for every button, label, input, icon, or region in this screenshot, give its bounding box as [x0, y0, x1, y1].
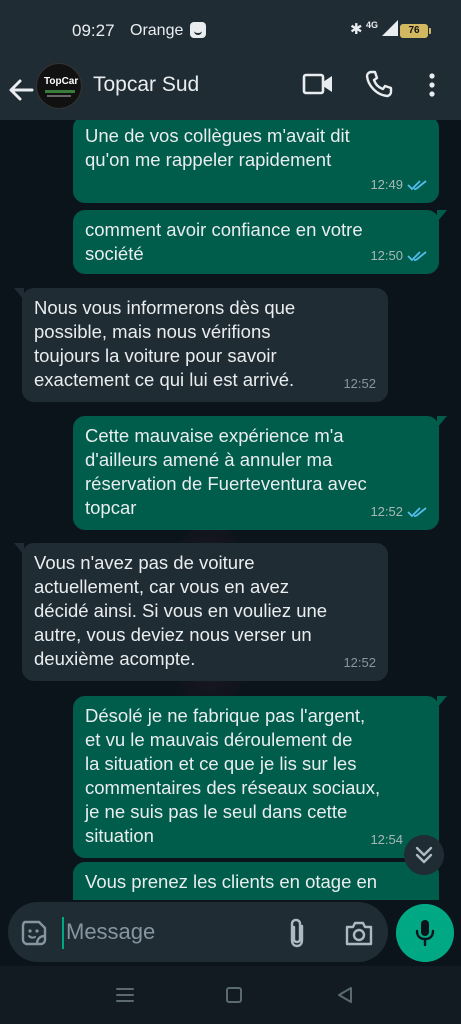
message-bubble-incoming[interactable]: Vous n'avez pas de voiture actuellement,…: [14, 543, 388, 681]
message-time: 12:50: [370, 248, 403, 263]
system-navigation-bar: [0, 966, 461, 1024]
phone-icon[interactable]: [364, 69, 394, 99]
text-cursor: [62, 917, 64, 949]
contact-name[interactable]: Topcar Sud: [93, 73, 199, 97]
message-meta: 12:52: [343, 372, 376, 396]
back-triangle-icon[interactable]: [336, 986, 354, 1004]
message-bubble-outgoing[interactable]: comment avoir confiance en votre société…: [73, 210, 447, 274]
bubble-tail: [14, 288, 24, 300]
message-text: Nous vous informerons dès que possible, …: [34, 297, 296, 390]
video-camera-icon[interactable]: [302, 72, 334, 96]
read-receipt-icon: [407, 507, 427, 518]
notification-icon: [190, 22, 206, 38]
message-meta: 12:52: [343, 651, 376, 675]
status-bar: 09:27 Orange ✱ 4G 76: [0, 0, 461, 60]
message-list[interactable]: Une de vos collègues m'avait dit qu'on m…: [0, 120, 461, 900]
message-text: Une de vos collègues m'avait dit qu'on m…: [85, 125, 350, 170]
message-text: Désolé je ne fabrique pas l'argent, et v…: [85, 705, 381, 846]
whatsapp-chat-screen: 09:27 Orange ✱ 4G 76 TopCar Topcar Sud U…: [0, 0, 461, 1024]
message-bubble-outgoing[interactable]: Cette mauvaise expérience m'a d'ailleurs…: [73, 416, 447, 530]
bluetooth-icon: ✱: [350, 21, 363, 38]
bubble-tail: [437, 210, 447, 222]
bubble-tail: [14, 543, 24, 555]
chat-header: TopCar Topcar Sud: [0, 60, 461, 120]
message-bubble-outgoing[interactable]: Désolé je ne fabrique pas l'argent, et v…: [73, 696, 447, 858]
scroll-to-bottom-button[interactable]: [404, 835, 444, 875]
paperclip-icon[interactable]: [286, 917, 308, 949]
avatar[interactable]: TopCar: [36, 63, 82, 109]
home-icon[interactable]: [226, 987, 242, 1003]
message-meta: 12:54: [370, 828, 403, 852]
message-input[interactable]: [66, 914, 266, 950]
status-carrier: Orange: [130, 22, 184, 39]
bubble-tail: [437, 696, 447, 708]
message-bubble-outgoing[interactable]: Vous prenez les clients en otage en: [73, 862, 439, 900]
message-time: 12:49: [370, 177, 403, 192]
more-vertical-icon[interactable]: [420, 70, 444, 100]
message-bubble-outgoing[interactable]: Une de vos collègues m'avait dit qu'on m…: [73, 120, 439, 203]
message-text: Vous prenez les clients en otage en: [85, 871, 378, 892]
sticker-icon[interactable]: [20, 919, 48, 947]
message-time: 12:52: [343, 376, 376, 391]
message-time: 12:54: [370, 832, 403, 847]
message-meta: 12:49: [370, 173, 427, 197]
message-composer[interactable]: [8, 902, 388, 962]
signal-strength-icon: [382, 20, 398, 36]
status-time: 09:27: [72, 21, 115, 40]
camera-icon[interactable]: [344, 919, 374, 947]
message-meta: 12:50: [370, 244, 427, 268]
bubble-tail: [437, 416, 447, 428]
message-time: 12:52: [370, 504, 403, 519]
message-time: 12:52: [343, 655, 376, 670]
back-arrow-icon[interactable]: [6, 70, 36, 110]
composer-bar: [0, 900, 461, 966]
battery-icon: 76: [400, 24, 431, 38]
message-text: Vous n'avez pas de voiture actuellement,…: [34, 552, 328, 669]
avatar-logo-text: TopCar: [44, 76, 79, 87]
message-bubble-incoming[interactable]: Nous vous informerons dès que possible, …: [14, 288, 388, 402]
recent-apps-icon[interactable]: [115, 986, 135, 1004]
message-meta: 12:52: [370, 500, 427, 524]
avatar-logo-line: [45, 90, 75, 93]
read-receipt-icon: [407, 251, 427, 262]
avatar-logo-line: [47, 95, 71, 97]
microphone-icon[interactable]: [396, 904, 454, 962]
read-receipt-icon: [407, 180, 427, 191]
network-type: 4G: [366, 20, 379, 30]
